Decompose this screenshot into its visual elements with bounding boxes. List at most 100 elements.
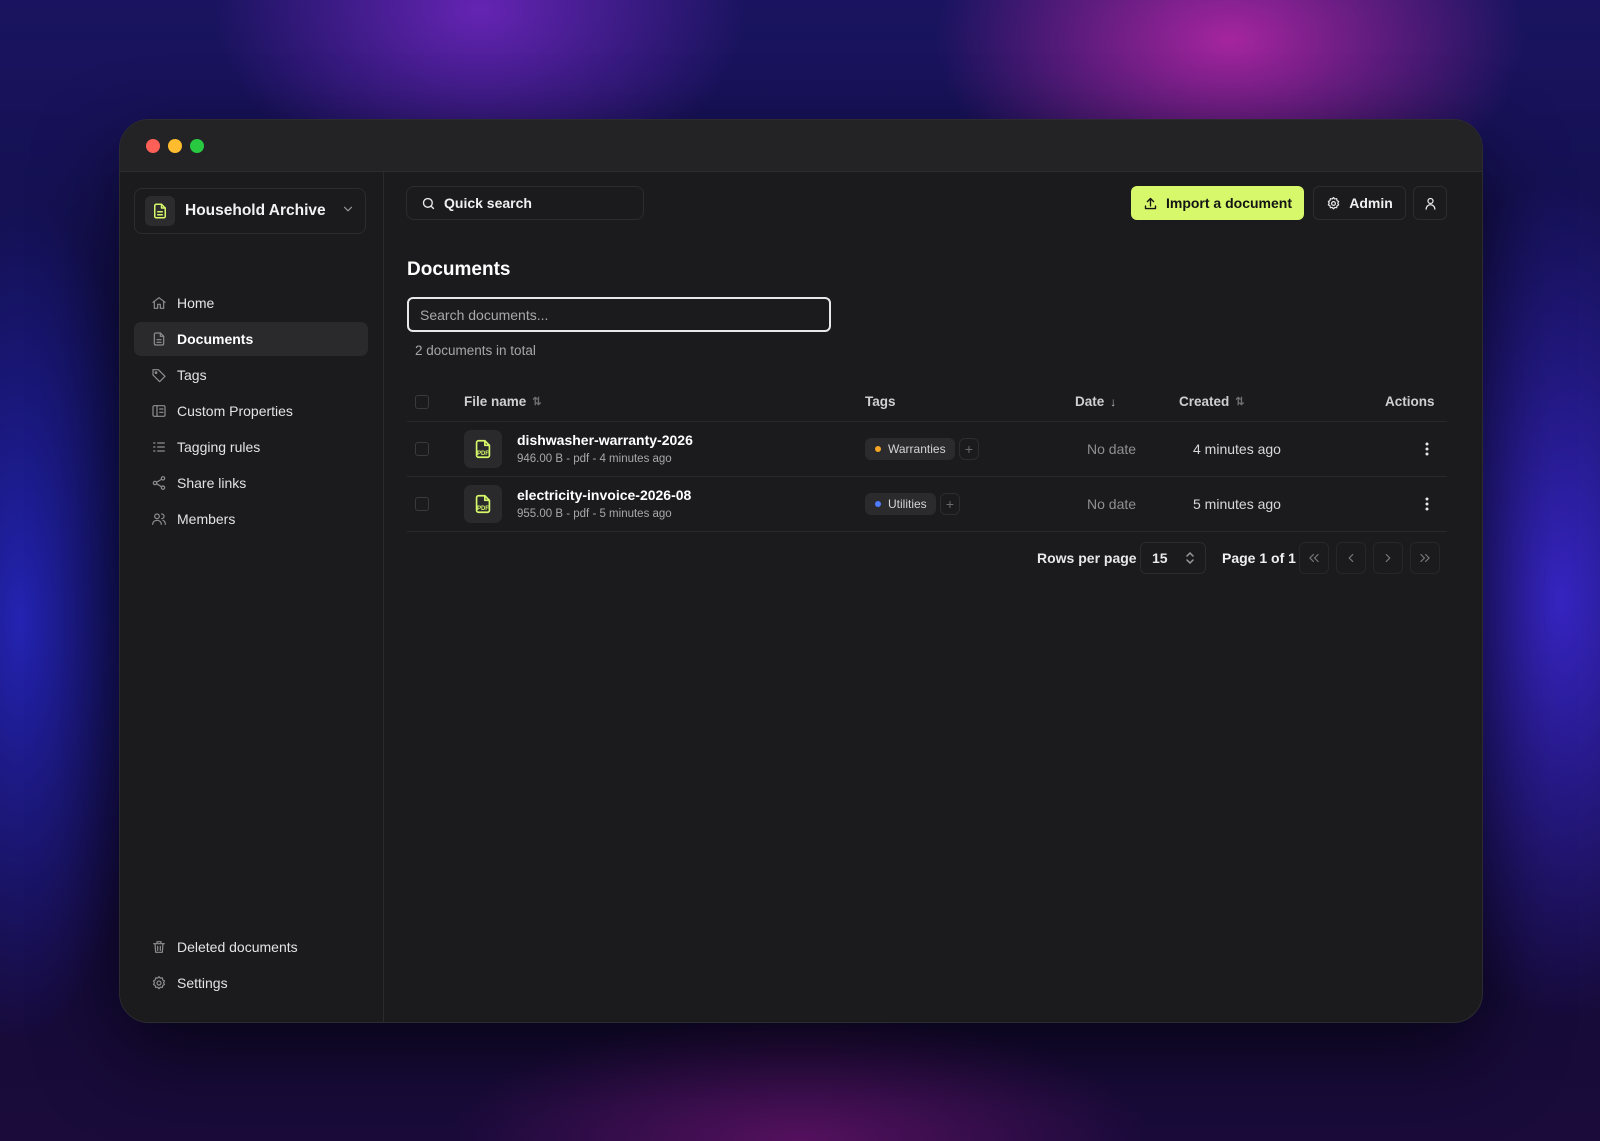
column-label: Date — [1075, 394, 1105, 409]
maximize-window-button[interactable] — [190, 139, 204, 153]
file-meta: 955.00 B - pdf - 5 minutes ago — [517, 508, 672, 520]
sidebar-item-share-links[interactable]: Share links — [134, 466, 368, 500]
sidebar-item-label: Share links — [177, 475, 247, 491]
first-page-button[interactable] — [1299, 542, 1329, 574]
page-title: Documents — [407, 259, 511, 280]
search-icon — [422, 197, 435, 209]
row-actions-button[interactable] — [1417, 493, 1437, 515]
rows-per-page-label: Rows per page — [1037, 550, 1137, 566]
sidebar-item-label: Tagging rules — [177, 439, 261, 455]
sidebar-nav: Home Documents Tags Custom Properties Ta… — [134, 286, 368, 538]
main-content: Quick search Import a document Admin Doc… — [384, 172, 1482, 1022]
sidebar-item-settings[interactable]: Settings — [134, 966, 368, 1000]
sidebar-item-home[interactable]: Home — [134, 286, 368, 320]
svg-text:PDF: PDF — [477, 451, 489, 457]
gear-icon — [152, 976, 166, 990]
sidebar-item-members[interactable]: Members — [134, 502, 368, 536]
last-page-button[interactable] — [1410, 542, 1440, 574]
column-date[interactable]: Date ↓ — [1075, 394, 1116, 409]
row-checkbox[interactable] — [415, 442, 429, 456]
chevron-down-icon — [341, 202, 355, 221]
rows-per-page-value: 15 — [1152, 550, 1168, 566]
file-meta: 946.00 B - pdf - 4 minutes ago — [517, 453, 672, 465]
sidebar-item-label: Settings — [177, 975, 228, 991]
column-created[interactable]: Created ⇅ — [1179, 394, 1245, 409]
column-file-name[interactable]: File name ⇅ — [464, 394, 542, 409]
admin-label: Admin — [1349, 195, 1393, 211]
search-documents-input[interactable] — [407, 297, 831, 332]
add-tag-button[interactable]: + — [940, 493, 960, 515]
quick-search-label: Quick search — [444, 195, 532, 211]
chevron-left-icon — [1348, 553, 1354, 563]
organization-name: Household Archive — [185, 202, 326, 219]
document-date: No date — [1087, 496, 1137, 512]
sidebar-item-tagging-rules[interactable]: Tagging rules — [134, 430, 368, 464]
close-window-button[interactable] — [146, 139, 160, 153]
chevrons-left-icon — [1309, 553, 1319, 563]
column-label: Created — [1179, 394, 1230, 409]
title-bar — [120, 120, 1482, 172]
documents-table: File name ⇅ Tags Date ↓ Created ⇅ Action… — [407, 384, 1447, 532]
pdf-file-icon: PDF — [464, 485, 502, 523]
tag-color-dot — [875, 446, 881, 452]
more-vertical-icon — [1425, 442, 1429, 456]
trash-icon — [153, 941, 165, 953]
row-actions-button[interactable] — [1417, 438, 1437, 460]
sidebar-bottom-nav: Deleted documents Settings — [134, 930, 368, 1002]
sidebar-item-label: Members — [177, 511, 236, 527]
pdf-file-icon: PDF — [464, 430, 502, 468]
column-label: File name — [464, 394, 527, 409]
sidebar-item-custom-properties[interactable]: Custom Properties — [134, 394, 368, 428]
more-vertical-icon — [1425, 497, 1429, 511]
properties-icon — [152, 405, 166, 417]
tag-label: Utilities — [888, 497, 927, 511]
import-document-label: Import a document — [1165, 195, 1292, 211]
users-icon — [152, 513, 166, 525]
organization-document-icon — [145, 196, 175, 226]
sidebar-item-label: Custom Properties — [177, 403, 293, 419]
document-date: No date — [1087, 441, 1137, 457]
chevrons-right-icon — [1420, 553, 1430, 563]
admin-button[interactable]: Admin — [1313, 186, 1406, 220]
sidebar-item-label: Documents — [177, 331, 254, 347]
chevron-up-down-icon — [1186, 551, 1194, 565]
home-icon — [152, 297, 166, 309]
user-menu-button[interactable] — [1413, 186, 1447, 220]
sidebar-item-deleted-documents[interactable]: Deleted documents — [134, 930, 368, 964]
column-label: Actions — [1385, 394, 1435, 409]
column-actions: Actions — [1385, 394, 1435, 409]
tag-icon — [152, 369, 166, 383]
sidebar-item-tags[interactable]: Tags — [134, 358, 368, 392]
next-page-button[interactable] — [1373, 542, 1403, 574]
rows-per-page-select[interactable]: 15 — [1140, 542, 1206, 574]
svg-text:PDF: PDF — [477, 506, 489, 512]
quick-search-button[interactable]: Quick search — [406, 186, 644, 220]
sidebar-item-label: Tags — [177, 367, 207, 383]
import-document-button[interactable]: Import a document — [1131, 186, 1304, 220]
minimize-window-button[interactable] — [168, 139, 182, 153]
sidebar-item-documents[interactable]: Documents — [134, 322, 368, 356]
list-check-icon — [153, 442, 165, 452]
row-checkbox[interactable] — [415, 497, 429, 511]
file-name-link[interactable]: electricity-invoice-2026-08 — [517, 487, 691, 503]
select-all-checkbox[interactable] — [415, 395, 429, 409]
tag-color-dot — [875, 501, 881, 507]
tag-badge[interactable]: Utilities — [865, 493, 936, 515]
chevron-right-icon — [1385, 553, 1391, 563]
previous-page-button[interactable] — [1336, 542, 1366, 574]
sidebar-item-label: Deleted documents — [177, 939, 298, 955]
documents-count: 2 documents in total — [415, 343, 536, 358]
organization-switcher[interactable]: Household Archive — [134, 188, 366, 234]
table-row[interactable]: PDF dishwasher-warranty-2026 946.00 B - … — [407, 422, 1447, 477]
page-info: Page 1 of 1 — [1222, 550, 1296, 566]
sort-arrows-icon: ⇅ — [1235, 396, 1245, 408]
table-header-row: File name ⇅ Tags Date ↓ Created ⇅ Action… — [407, 384, 1447, 422]
file-name-link[interactable]: dishwasher-warranty-2026 — [517, 432, 693, 448]
add-tag-button[interactable]: + — [959, 438, 979, 460]
table-row[interactable]: PDF electricity-invoice-2026-08 955.00 B… — [407, 477, 1447, 532]
tag-badge[interactable]: Warranties — [865, 438, 955, 460]
document-icon — [153, 332, 165, 346]
share-icon — [152, 476, 166, 490]
sort-descending-icon: ↓ — [1110, 394, 1117, 409]
document-created: 4 minutes ago — [1193, 441, 1281, 457]
